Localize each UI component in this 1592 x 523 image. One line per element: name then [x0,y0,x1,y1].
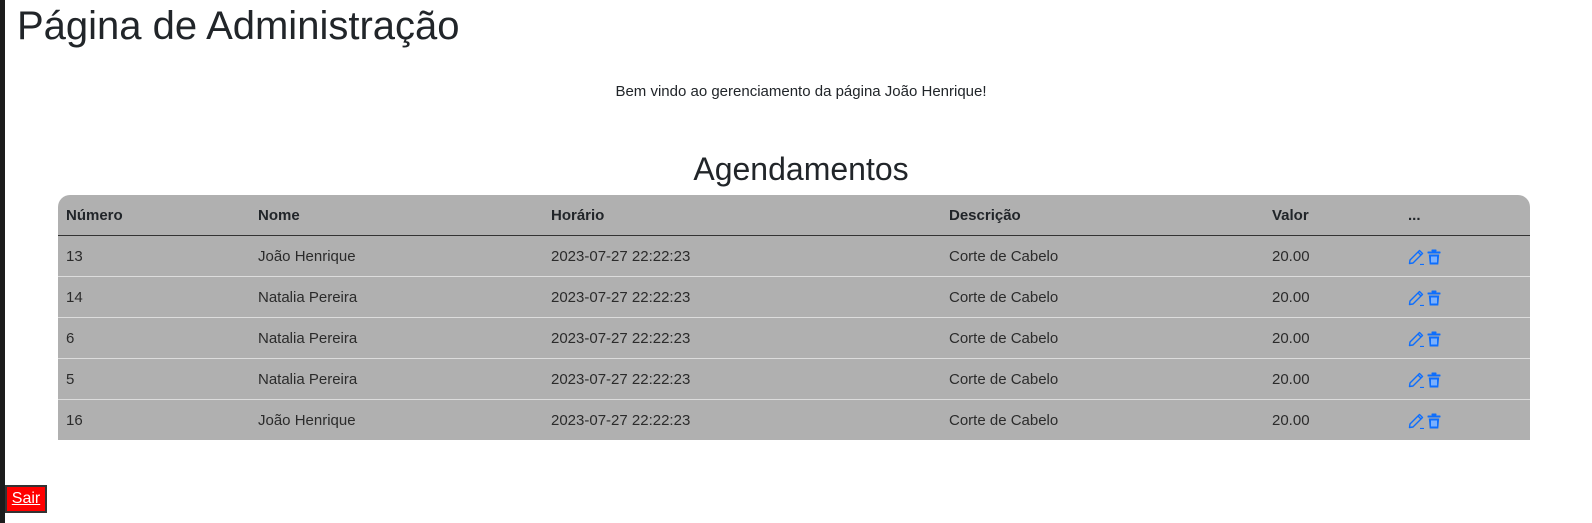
cell-valor: 20.00 [1264,317,1400,359]
admin-page: Página de Administração Bem vindo ao ger… [0,0,1592,523]
pencil-icon[interactable] [1408,412,1424,430]
column-header-valor: Valor [1264,195,1400,236]
pencil-icon[interactable] [1408,330,1424,348]
page-title: Página de Administração [17,4,460,48]
cell-actions [1400,317,1530,359]
cell-numero: 13 [66,247,83,265]
cell-nome: Natalia Pereira [250,276,543,318]
row-actions [1408,412,1442,430]
column-header-actions: ... [1400,195,1530,236]
cell-horario: 2023-07-27 22:22:23 [551,247,691,265]
row-actions [1408,248,1442,266]
trash-icon[interactable] [1426,330,1442,348]
trash-icon[interactable] [1426,248,1442,266]
appointments-title: Agendamentos [693,151,909,187]
cell-actions [1400,276,1530,318]
cell-actions [1400,236,1530,277]
table-row: 6 Natalia Pereira 2023-07-27 22:22:23 Co… [58,317,1530,359]
cell-descricao: Corte de Cabelo [949,247,1059,265]
cell-descricao: Corte de Cabelo [941,276,1264,318]
pencil-icon[interactable] [1408,248,1424,266]
cell-nome: João Henrique [250,399,543,440]
welcome-message: Bem vindo ao gerenciamento da página Joã… [615,83,987,100]
cell-horario: 2023-07-27 22:22:23 [543,317,941,359]
appointments-table: Número Nome Horário Descrição Valor ... … [58,195,1530,440]
logout-link[interactable]: Sair [5,485,47,513]
table-row: 13 João Henrique 2023-07-27 22:22:23 Cor… [58,236,1530,277]
trash-icon[interactable] [1426,289,1442,307]
column-header-nome: Nome [250,195,543,236]
cell-valor: 20.00 [1264,358,1400,400]
column-header-horario: Horário [543,195,941,236]
pencil-icon[interactable] [1408,371,1424,389]
cell-horario: 2023-07-27 22:22:23 [543,358,941,400]
table-row: 16 João Henrique 2023-07-27 22:22:23 Cor… [58,399,1530,440]
cell-descricao: Corte de Cabelo [941,399,1264,440]
cell-numero: 6 [58,317,250,359]
pencil-icon[interactable] [1408,289,1424,307]
column-header-descricao: Descrição [941,195,1264,236]
appointments-table-container: Número Nome Horário Descrição Valor ... … [58,195,1530,440]
cell-actions [1400,358,1530,400]
cell-numero: 14 [58,276,250,318]
cell-nome: João Henrique [258,247,356,265]
cell-numero: 5 [58,358,250,400]
column-header-numero: Número [58,195,250,236]
row-actions [1408,289,1442,307]
row-actions [1408,330,1442,348]
row-actions [1408,371,1442,389]
table-header-row: Número Nome Horário Descrição Valor ... [58,195,1530,236]
cell-numero: 16 [58,399,250,440]
cell-descricao: Corte de Cabelo [941,358,1264,400]
cell-valor: 20.00 [1264,276,1400,318]
trash-icon[interactable] [1426,371,1442,389]
table-row: 14 Natalia Pereira 2023-07-27 22:22:23 C… [58,276,1530,318]
table-row: 5 Natalia Pereira 2023-07-27 22:22:23 Co… [58,358,1530,400]
cell-nome: Natalia Pereira [250,317,543,359]
cell-valor: 20.00 [1272,247,1310,265]
cell-horario: 2023-07-27 22:22:23 [543,399,941,440]
cell-nome: Natalia Pereira [250,358,543,400]
cell-actions [1400,399,1530,440]
cell-descricao: Corte de Cabelo [941,317,1264,359]
cell-valor: 20.00 [1264,399,1400,440]
trash-icon[interactable] [1426,412,1442,430]
cell-horario: 2023-07-27 22:22:23 [543,276,941,318]
